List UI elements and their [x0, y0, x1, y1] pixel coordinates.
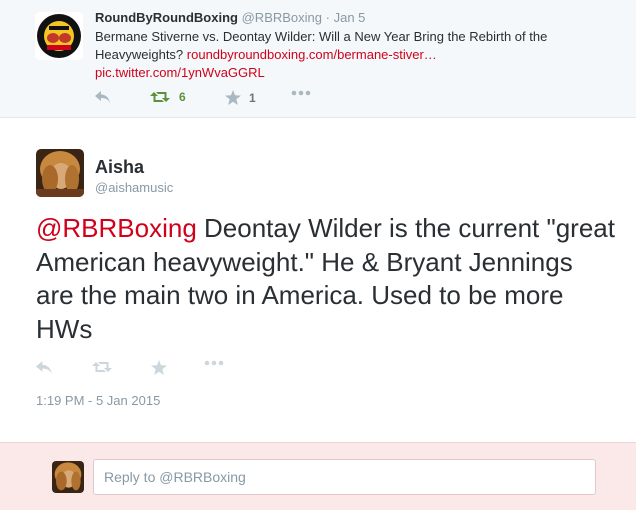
retweet-button[interactable] [92, 360, 112, 374]
separator-dot: · [325, 10, 330, 25]
more-icon [204, 360, 224, 366]
mention-link[interactable]: @RBRBoxing [36, 213, 197, 243]
more-icon [291, 90, 311, 96]
more-button[interactable] [204, 360, 224, 366]
retweet-count: 6 [179, 90, 186, 104]
parent-tweet[interactable]: RoundByRoundBoxing @RBRBoxing · Jan 5 Be… [0, 0, 636, 118]
more-button[interactable] [291, 90, 311, 96]
reply-icon [36, 361, 52, 374]
reply-button[interactable] [95, 90, 111, 104]
article-link[interactable]: roundbyroundboxing.com/bermane-stiver… [187, 47, 437, 62]
aisha-avatar[interactable] [36, 149, 84, 197]
author-handle[interactable]: @aishamusic [95, 180, 173, 195]
parent-tweet-actions: 6 1 [95, 90, 395, 110]
current-user-avatar [52, 461, 84, 493]
retweet-button[interactable]: 6 [150, 90, 186, 104]
retweet-icon [150, 92, 170, 102]
tweet-timestamp[interactable]: 1:19 PM - 5 Jan 2015 [36, 393, 160, 408]
reply-button[interactable] [36, 360, 53, 375]
star-icon [225, 90, 241, 105]
retweet-icon [92, 362, 112, 372]
rbr-avatar[interactable] [35, 12, 83, 60]
tweet-text: @RBRBoxing Deontay Wilder is the current… [36, 212, 616, 346]
reply-input[interactable] [93, 459, 596, 495]
parent-tweet-text: Bermane Stiverne vs. Deontay Wilder: Wil… [95, 28, 615, 82]
tweet-actions [36, 360, 336, 380]
reply-area [0, 442, 636, 510]
favorite-count: 1 [249, 90, 256, 105]
parent-tweet-header: RoundByRoundBoxing @RBRBoxing · Jan 5 [95, 10, 365, 25]
parent-author-handle[interactable]: @RBRBoxing [242, 10, 322, 25]
parent-tweet-date[interactable]: Jan 5 [334, 10, 366, 25]
pic-link[interactable]: pic.twitter.com/1ynWvaGGRL [95, 65, 265, 80]
reply-icon [95, 91, 110, 103]
parent-author-name[interactable]: RoundByRoundBoxing [95, 10, 238, 25]
favorite-button[interactable]: 1 [225, 90, 256, 105]
author-name[interactable]: Aisha [95, 157, 144, 178]
star-icon [151, 360, 167, 375]
favorite-button[interactable] [151, 360, 167, 375]
